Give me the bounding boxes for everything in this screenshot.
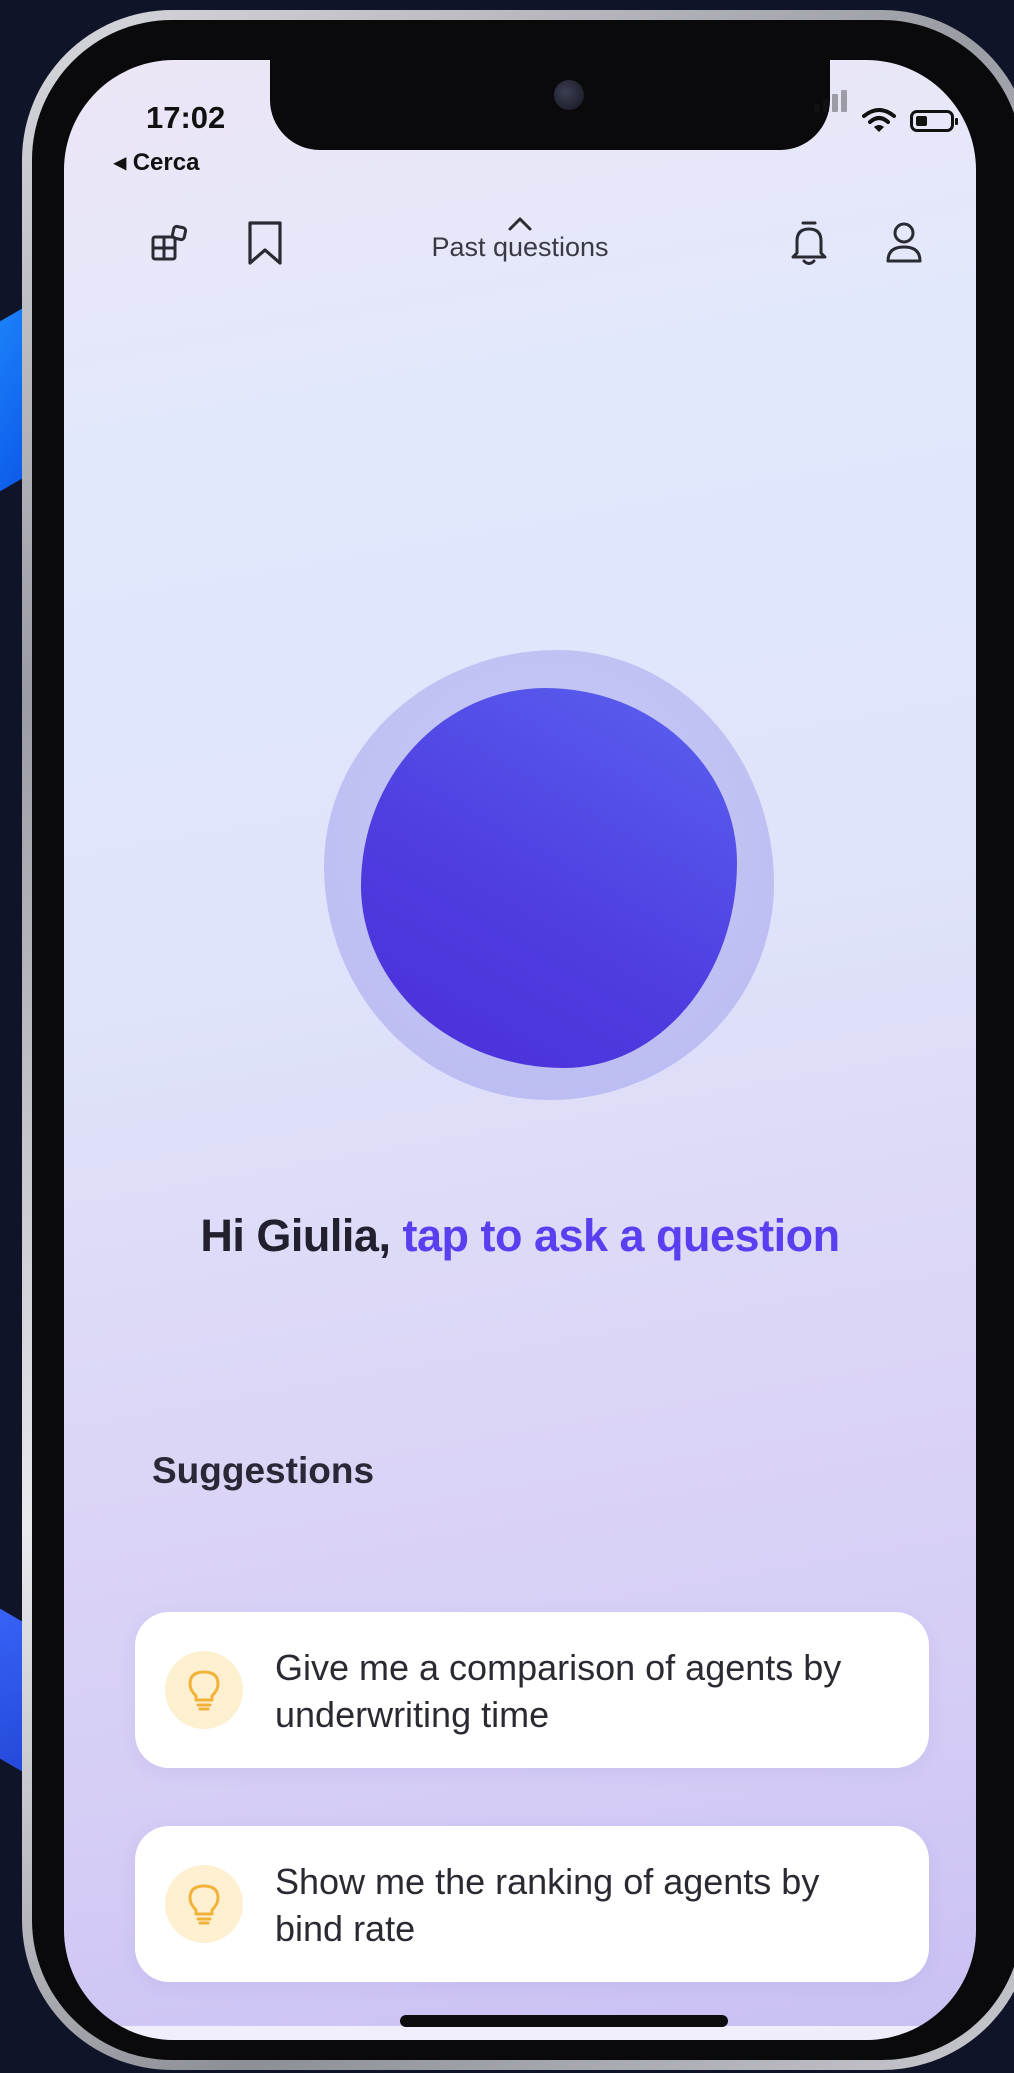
dashboard-icon[interactable] [144, 215, 194, 271]
wifi-icon [862, 106, 896, 139]
suggestion-card[interactable]: Give me a comparison of agents by underw… [135, 1612, 929, 1768]
greeting-name: Hi Giulia, [200, 1210, 403, 1261]
status-time: 17:02 [146, 100, 226, 135]
past-questions-toggle[interactable]: Past questions [382, 208, 658, 263]
phone-screen: 17:02 ◂ Cerca Past questions Hi Giulia, … [64, 60, 976, 2040]
greeting: Hi Giulia, tap to ask a question [64, 1210, 976, 1262]
bell-icon[interactable] [784, 215, 834, 271]
phone-frame: 17:02 ◂ Cerca Past questions Hi Giulia, … [22, 10, 1014, 2070]
home-indicator[interactable] [400, 2015, 728, 2027]
suggestion-text: Give me a comparison of agents by underw… [275, 1647, 842, 1735]
battery-icon [910, 110, 958, 132]
profile-icon[interactable] [879, 215, 929, 271]
voice-orb-button[interactable] [361, 688, 737, 1068]
tap-to-ask-link[interactable]: tap to ask a question [402, 1210, 840, 1261]
suggestion-card[interactable]: Show me the ranking of agents by bind ra… [135, 1826, 929, 1982]
bookmark-icon[interactable] [240, 215, 290, 271]
back-to-search-link[interactable]: ◂ Cerca [114, 148, 199, 177]
phone-bezel: 17:02 ◂ Cerca Past questions Hi Giulia, … [32, 20, 1014, 2060]
suggestion-text: Show me the ranking of agents by bind ra… [275, 1861, 820, 1949]
lightbulb-icon [165, 1651, 243, 1729]
front-camera [554, 80, 584, 110]
suggestions-heading: Suggestions [152, 1450, 375, 1491]
next-card-peek [64, 2026, 976, 2040]
past-questions-label: Past questions [431, 232, 609, 262]
status-indicators [814, 90, 958, 139]
lightbulb-icon [165, 1865, 243, 1943]
notch [270, 60, 830, 150]
app-stage: 17:02 ◂ Cerca Past questions Hi Giulia, … [0, 0, 1014, 2073]
chevron-up-icon [382, 208, 658, 232]
